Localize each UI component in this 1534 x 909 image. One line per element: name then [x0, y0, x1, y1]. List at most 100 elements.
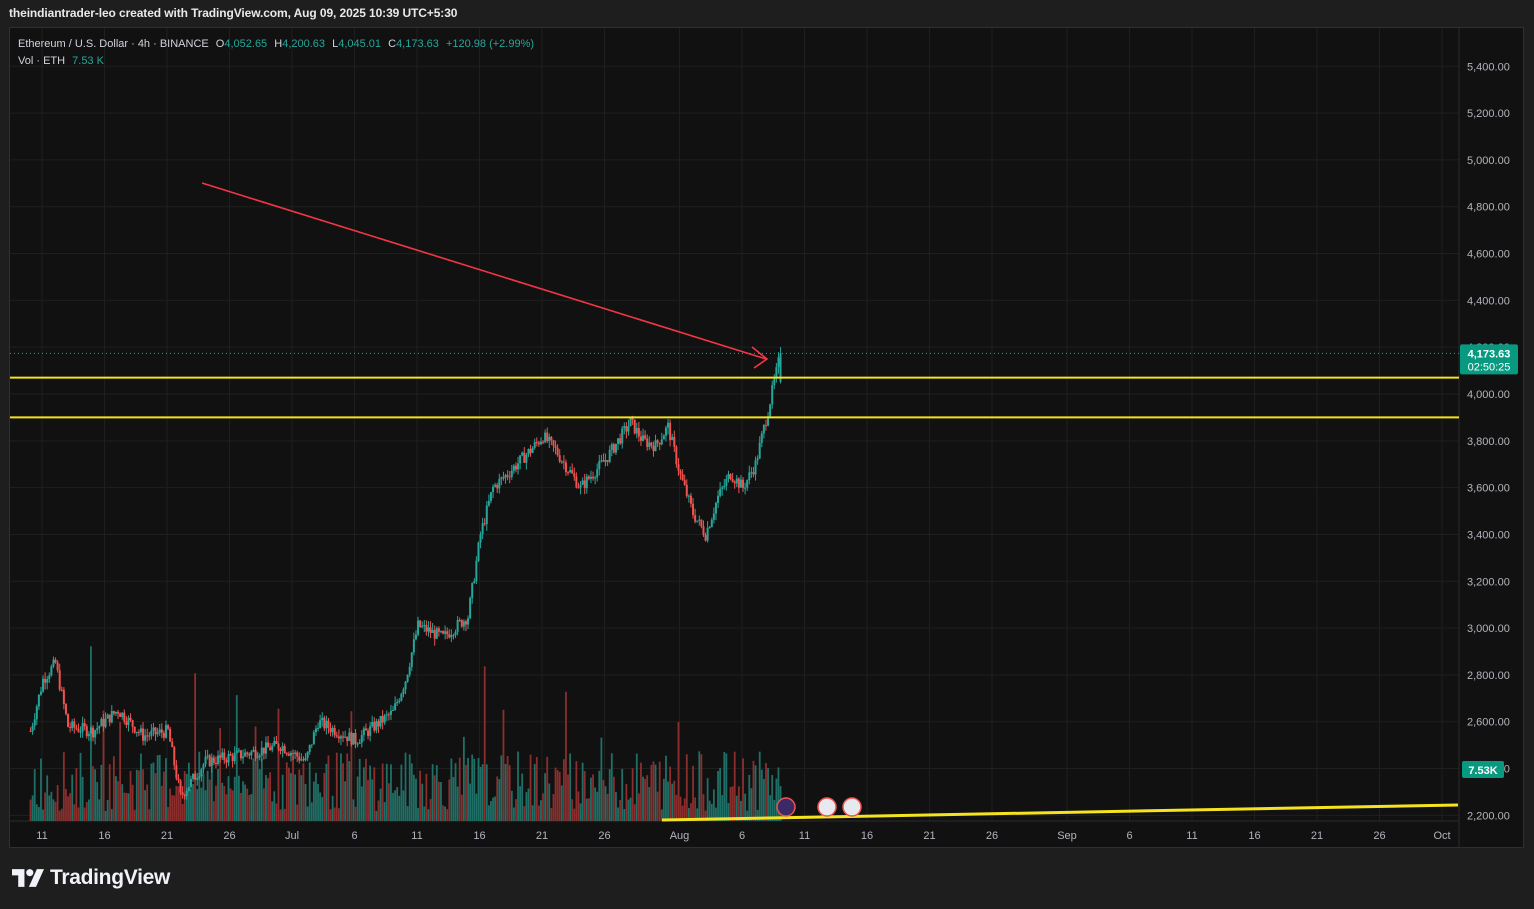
candle-body — [175, 765, 178, 779]
volume-label[interactable]: Vol · ETH — [18, 55, 65, 67]
volume-bar — [177, 786, 180, 821]
candle-body — [654, 440, 657, 452]
candle-body — [752, 472, 755, 475]
candle-body — [737, 478, 740, 488]
volume-bar — [748, 774, 751, 821]
candle-body — [658, 442, 661, 445]
volume-bar — [212, 801, 215, 821]
volume-bar — [615, 792, 617, 821]
volume-bar — [254, 726, 257, 821]
candle-body — [112, 711, 115, 714]
volume-bar — [527, 788, 530, 821]
volume-bar — [158, 754, 161, 821]
candle-body — [494, 484, 497, 487]
volume-bar — [285, 762, 288, 821]
candle-body — [346, 736, 349, 742]
volume-bar — [671, 783, 674, 821]
candle-body — [92, 727, 95, 738]
volume-bar — [600, 737, 603, 821]
candle-body — [144, 735, 147, 741]
candle-body — [239, 750, 242, 759]
candle-body — [452, 635, 455, 637]
volume-bar — [323, 773, 326, 821]
candle-body — [633, 419, 636, 434]
volume-bar — [548, 783, 551, 821]
volume-bar — [310, 802, 313, 821]
candle-body — [50, 666, 53, 676]
volume-bar — [58, 810, 61, 821]
candle-body — [394, 703, 397, 710]
volume-bar — [194, 673, 197, 821]
candle-body — [94, 730, 97, 738]
candle-body — [137, 731, 140, 733]
volume-bar — [440, 782, 442, 821]
candle-body — [219, 755, 222, 758]
candle-body — [119, 713, 122, 717]
volume-bar — [52, 799, 55, 821]
volume-bar — [577, 791, 580, 821]
price-tick-label: 2,600.00 — [1467, 717, 1510, 729]
volume-bar — [427, 809, 430, 821]
candle-body — [652, 445, 655, 452]
candle-body — [733, 481, 736, 484]
volume-bar — [506, 756, 509, 821]
candle-body — [39, 691, 42, 695]
candle-body — [542, 441, 545, 443]
volume-bar — [302, 763, 305, 821]
volume-bar — [594, 787, 597, 821]
candle-body — [162, 732, 165, 738]
volume-bar — [71, 774, 74, 821]
time-tick-label: 11 — [411, 830, 422, 842]
candle-body — [221, 752, 224, 758]
volume-bar — [402, 790, 405, 821]
volume-bar — [665, 755, 667, 821]
candle-body — [675, 446, 678, 465]
volume-bar — [260, 758, 263, 821]
candle-body — [269, 747, 272, 751]
time-tick-label: 26 — [986, 830, 998, 842]
volume-bar — [496, 776, 499, 821]
volume-bar — [265, 775, 267, 821]
volume-bar — [562, 759, 565, 821]
candle-body — [60, 689, 63, 691]
candle-body — [319, 720, 322, 728]
volume-bar — [629, 797, 632, 821]
volume-bar — [644, 778, 647, 821]
tradingview-logo-icon — [12, 869, 44, 887]
volume-bar — [494, 796, 497, 821]
candle-body — [123, 712, 126, 722]
volume-bar — [42, 809, 44, 821]
volume-bar — [754, 765, 757, 821]
volume-bar — [656, 791, 659, 821]
volume-bar — [308, 762, 311, 821]
candle-body — [185, 791, 188, 797]
chart-canvas[interactable]: 5,400.00 5,200.00 5,000.00 4,800.00 4,600.00… — [10, 28, 1524, 848]
volume-bar — [346, 753, 349, 821]
candle-body — [562, 461, 565, 463]
bar-countdown: 02:50:25 — [1468, 361, 1511, 373]
candle-body — [464, 621, 467, 625]
volume-bar — [173, 795, 176, 821]
volume-bar — [60, 808, 63, 821]
volume-bar — [242, 781, 244, 821]
volume-bar — [604, 786, 607, 821]
candle-body — [248, 753, 251, 756]
candle-body — [42, 678, 45, 692]
volume-bar — [775, 778, 778, 821]
time-tick-label: 21 — [536, 830, 548, 842]
candle-body — [744, 487, 747, 489]
candle-body — [598, 460, 601, 470]
candle-body — [410, 652, 413, 667]
candle-body — [423, 624, 426, 626]
volume-bar — [381, 763, 384, 821]
candle-body — [114, 711, 117, 714]
candle-body — [125, 721, 128, 725]
volume-bar — [648, 787, 651, 821]
candle-body — [519, 455, 522, 464]
candle-body — [581, 480, 584, 485]
candle-body — [446, 631, 449, 635]
symbol-title[interactable]: Ethereum / U.S. Dollar · 4h · BINANCE — [18, 38, 209, 50]
candle-body — [677, 464, 680, 471]
chart-pane[interactable]: 5,400.00 5,200.00 5,000.00 4,800.00 4,600.00… — [9, 27, 1524, 848]
volume-bar — [408, 754, 411, 821]
